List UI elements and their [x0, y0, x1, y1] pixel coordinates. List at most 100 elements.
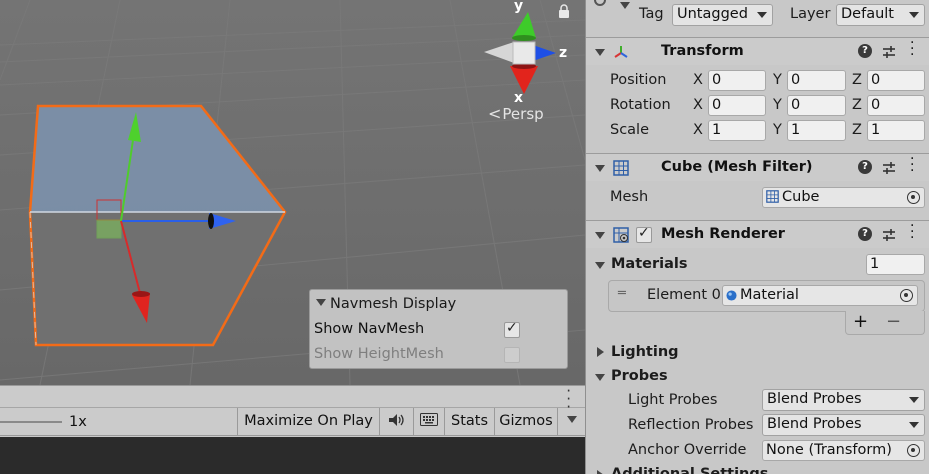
- layer-dropdown[interactable]: Default: [836, 4, 925, 26]
- maximize-on-play-button[interactable]: Maximize On Play: [237, 408, 379, 435]
- chevron-down-icon: [566, 416, 577, 423]
- axis-z-label: Z: [852, 97, 862, 113]
- rotation-label: Rotation: [610, 97, 671, 113]
- mesh-filter-icon: [613, 160, 629, 176]
- show-navmesh-checkbox[interactable]: ✓: [504, 320, 520, 338]
- stats-button[interactable]: Stats: [444, 408, 494, 435]
- kebab-menu-icon[interactable]: · · ·: [910, 219, 914, 245]
- gizmo-neg-x-axis: [484, 42, 514, 63]
- navmesh-panel-title[interactable]: Navmesh Display: [316, 296, 456, 312]
- position-z-field[interactable]: 0: [867, 70, 925, 91]
- projection-toggle[interactable]: <Persp: [488, 104, 544, 123]
- reflection-probes-value: Blend Probes: [767, 416, 862, 432]
- kebab-menu-icon[interactable]: · · ·: [910, 36, 914, 62]
- mesh-object-field[interactable]: Cube: [762, 187, 925, 208]
- help-icon[interactable]: ?: [858, 160, 872, 174]
- inspector-panel: Tag Untagged Layer Default Transform ? ·…: [585, 0, 929, 474]
- scale-slider[interactable]: [0, 421, 62, 423]
- light-probes-label: Light Probes: [628, 392, 718, 408]
- tag-label: Tag: [639, 6, 664, 22]
- show-heightmesh-checkbox[interactable]: [504, 347, 520, 363]
- additional-settings-label[interactable]: Additional Settings: [611, 466, 768, 474]
- scene-view[interactable]: y z x <Persp Navmesh Display Show NavMes…: [0, 0, 585, 385]
- object-picker-icon[interactable]: [900, 289, 913, 302]
- reflection-probes-dropdown[interactable]: Blend Probes: [762, 414, 925, 436]
- remove-element-button[interactable]: −: [886, 311, 901, 332]
- speaker-icon: [388, 414, 404, 426]
- additional-settings-foldout-icon[interactable]: [597, 470, 604, 474]
- rotation-z-field[interactable]: 0: [867, 95, 925, 116]
- stats-toggle-keyboard[interactable]: [413, 408, 444, 435]
- mesh-filter-header[interactable]: Cube (Mesh Filter) ? · · ·: [586, 152, 929, 181]
- tag-value: Untagged: [677, 6, 748, 22]
- presets-icon[interactable]: [882, 45, 896, 59]
- lighting-label[interactable]: Lighting: [611, 344, 679, 360]
- foldout-arrow-icon: [595, 49, 605, 56]
- mesh-value: Cube: [782, 189, 820, 205]
- foldout-arrow-icon: [595, 165, 605, 172]
- scale-z-field[interactable]: 1: [867, 120, 925, 141]
- position-x-field[interactable]: 0: [708, 70, 766, 91]
- projection-label: Persp: [502, 105, 544, 123]
- scale-y-field[interactable]: 1: [787, 120, 846, 141]
- light-probes-dropdown[interactable]: Blend Probes: [762, 389, 925, 411]
- rotation-y-field[interactable]: 0: [787, 95, 846, 116]
- probes-label[interactable]: Probes: [611, 368, 668, 384]
- gizmos-button[interactable]: Gizmos: [494, 408, 557, 435]
- transform-icon: [614, 46, 628, 58]
- materials-label[interactable]: Materials: [611, 256, 688, 272]
- mesh-renderer-enabled-checkbox[interactable]: ✓: [636, 225, 652, 243]
- mesh-renderer-title: Mesh Renderer: [661, 226, 785, 242]
- navmesh-display-panel: Navmesh Display Show NavMesh ✓ Show Heig…: [309, 289, 568, 369]
- anchor-override-field[interactable]: None (Transform): [762, 440, 925, 461]
- scale-x-field[interactable]: 1: [708, 120, 766, 141]
- help-icon[interactable]: ?: [858, 227, 872, 241]
- checkmark-icon: ✓: [638, 225, 650, 241]
- axis-x-label: X: [693, 72, 703, 88]
- materials-size-field[interactable]: 1: [866, 254, 925, 275]
- gizmo-y-axis: [512, 12, 536, 38]
- probes-foldout-icon[interactable]: [595, 374, 605, 381]
- chevron-down-icon[interactable]: [620, 2, 630, 9]
- kebab-menu-icon[interactable]: · · ·: [910, 152, 914, 178]
- help-icon[interactable]: ?: [858, 44, 872, 58]
- axis-y-label: Y: [773, 72, 782, 88]
- materials-foldout-icon[interactable]: [595, 262, 605, 269]
- scale-value: 1x: [69, 414, 87, 430]
- object-picker-icon[interactable]: [907, 444, 920, 457]
- mesh-renderer-header[interactable]: ✓ Mesh Renderer ? · · ·: [586, 219, 929, 248]
- static-icon: [594, 0, 606, 6]
- material-object-field[interactable]: Material: [722, 285, 918, 306]
- reflection-probes-label: Reflection Probes: [628, 417, 754, 433]
- transform-header[interactable]: Transform ? · · ·: [586, 36, 929, 65]
- chevron-left-icon: <: [488, 104, 502, 123]
- material-icon: [726, 290, 737, 301]
- presets-icon[interactable]: [882, 161, 896, 175]
- mute-audio-button[interactable]: [379, 408, 413, 435]
- scale-label: Scale: [610, 122, 650, 138]
- drag-handle-icon[interactable]: ═: [618, 286, 626, 301]
- show-navmesh-label: Show NavMesh: [314, 321, 425, 337]
- gizmo-z-label: z: [559, 45, 567, 61]
- mesh-label: Mesh: [610, 189, 649, 205]
- add-element-button[interactable]: +: [853, 311, 868, 332]
- axis-z-label: Z: [852, 72, 862, 88]
- orientation-gizmo[interactable]: y z x: [478, 0, 578, 106]
- layer-value: Default: [841, 6, 894, 22]
- position-y-field[interactable]: 0: [787, 70, 846, 91]
- gizmos-dropdown[interactable]: [557, 408, 585, 435]
- rotation-x-field[interactable]: 0: [708, 95, 766, 116]
- layer-label: Layer: [790, 6, 831, 22]
- gizmo-x-label: x: [514, 90, 523, 105]
- tag-dropdown[interactable]: Untagged: [672, 4, 773, 26]
- object-picker-icon[interactable]: [907, 191, 920, 204]
- anchor-override-label: Anchor Override: [628, 442, 747, 458]
- checkmark-icon: ✓: [506, 320, 518, 336]
- axis-x-label: X: [693, 97, 703, 113]
- presets-icon[interactable]: [882, 228, 896, 242]
- axis-x-label: X: [693, 122, 703, 138]
- transform-title: Transform: [661, 43, 744, 59]
- gizmo-y-label: y: [514, 0, 523, 14]
- element-0-label: Element 0: [647, 287, 721, 303]
- lighting-foldout-icon[interactable]: [597, 347, 604, 357]
